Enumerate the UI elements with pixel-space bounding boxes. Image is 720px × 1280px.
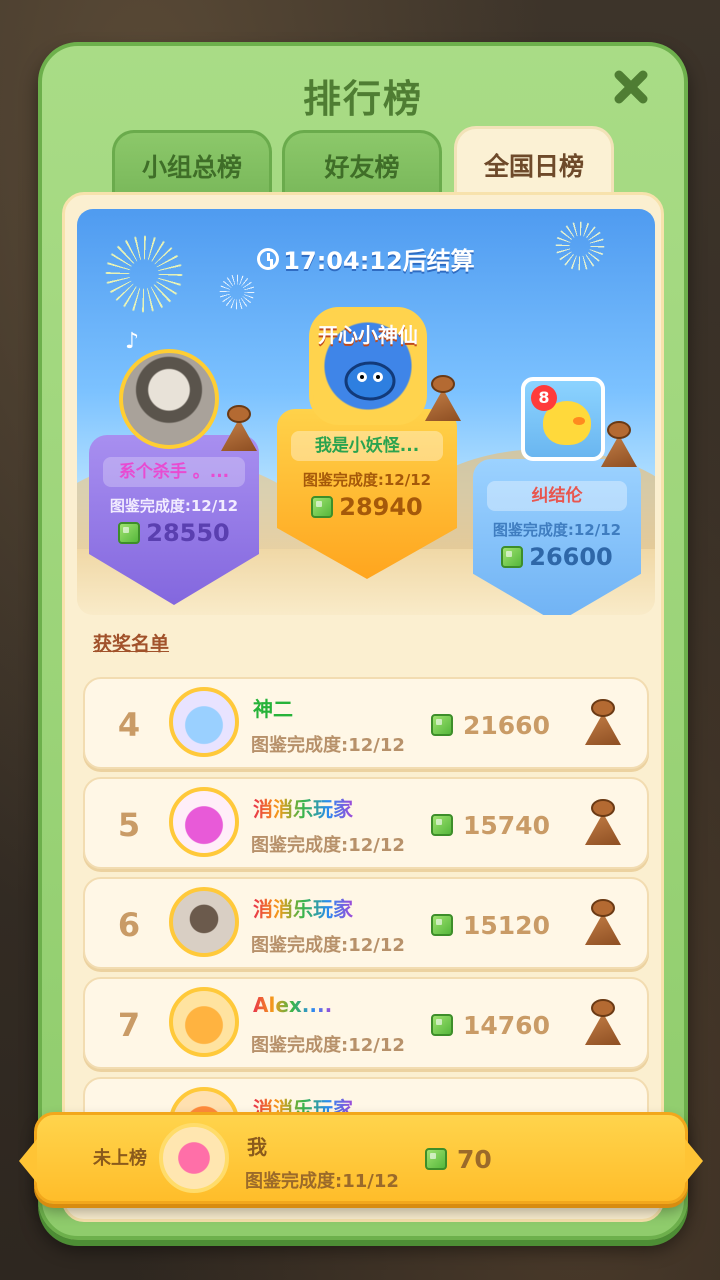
player-name: 消消乐玩家 bbox=[253, 793, 353, 822]
green-block-icon bbox=[118, 522, 141, 544]
collection-progress: 图鉴完成度:12/12 bbox=[251, 835, 405, 856]
raccoon-cloak-icon bbox=[601, 421, 637, 467]
timer-text: 17:04:12后结算 bbox=[283, 247, 475, 275]
podium-third-score-value: 26600 bbox=[529, 543, 613, 571]
my-score: 70 bbox=[425, 1115, 492, 1203]
raccoon-cloak-icon bbox=[221, 405, 257, 451]
close-button[interactable] bbox=[608, 64, 654, 110]
podium-first-name: 我是小妖怪... bbox=[291, 431, 443, 461]
green-block-icon bbox=[431, 814, 453, 836]
player-name: 消消乐玩家 bbox=[253, 893, 353, 922]
tab-group-total[interactable]: 小组总榜 bbox=[112, 130, 272, 198]
score: 21660 bbox=[431, 679, 550, 771]
raccoon-cloak-icon bbox=[585, 999, 621, 1045]
my-name: 我 bbox=[247, 1135, 267, 1159]
collection-progress: 图鉴完成度:12/12 bbox=[251, 1035, 405, 1056]
podium-third-avatar[interactable]: 8 bbox=[521, 377, 605, 461]
podium-first-progress: 图鉴完成度:12/12 bbox=[302, 471, 432, 489]
rank-number: 6 bbox=[117, 906, 141, 944]
podium-area: 17:04:12后结算 ♪ 系个杀手 。... 图鉴完成度:12/12 2855… bbox=[77, 209, 655, 615]
score: 15740 bbox=[431, 779, 550, 871]
podium-second-name: 系个杀手 。... bbox=[103, 457, 245, 487]
list-item[interactable]: 6 消消乐玩家 图鉴完成度:12/12 15120 bbox=[83, 877, 649, 969]
clock-icon bbox=[257, 247, 280, 270]
raccoon-cloak-icon bbox=[425, 375, 461, 421]
podium-first-badge-text: 开心小神仙 bbox=[318, 323, 418, 347]
my-rank-bar[interactable]: 未上榜 我 图鉴完成度:11/12 70 bbox=[19, 1112, 703, 1204]
score: 15120 bbox=[431, 879, 550, 971]
green-block-icon bbox=[431, 914, 453, 936]
avatar[interactable] bbox=[169, 687, 239, 757]
tab-friends[interactable]: 好友榜 bbox=[282, 130, 442, 198]
settlement-timer: 17:04:12后结算 bbox=[77, 241, 655, 276]
collection-progress: 图鉴完成度:12/12 bbox=[251, 935, 405, 956]
podium-third[interactable]: 纠结伦 图鉴完成度:12/12 26600 bbox=[473, 459, 641, 615]
leaderboard-content: 17:04:12后结算 ♪ 系个杀手 。... 图鉴完成度:12/12 2855… bbox=[62, 192, 664, 1222]
level-badge: 8 bbox=[531, 385, 557, 411]
podium-second-score: 28550 bbox=[89, 519, 259, 547]
green-block-icon bbox=[501, 546, 524, 568]
tab-bar: 小组总榜 好友榜 全国日榜 bbox=[112, 126, 622, 200]
raccoon-cloak-icon bbox=[585, 799, 621, 845]
blue-dog-icon bbox=[344, 361, 396, 401]
player-name: Alex.... bbox=[253, 993, 333, 1017]
green-block-icon bbox=[431, 1014, 453, 1036]
award-list-label: 获奖名单 bbox=[93, 633, 170, 655]
podium-first-score: 28940 bbox=[277, 493, 457, 521]
podium-third-name: 纠结伦 bbox=[487, 481, 627, 511]
score-value: 15120 bbox=[463, 910, 550, 940]
rank-number: 5 bbox=[117, 806, 141, 844]
green-block-icon bbox=[311, 496, 334, 518]
green-block-icon bbox=[431, 714, 453, 736]
rank-list: 4 神二 图鉴完成度:12/12 21660 5 消消乐玩家 图鉴完成度:12/… bbox=[83, 677, 649, 1145]
score: 14760 bbox=[431, 979, 550, 1071]
player-name: 神二 bbox=[253, 697, 293, 721]
my-score-value: 70 bbox=[457, 1144, 492, 1174]
page-title: 排行榜 bbox=[302, 77, 423, 121]
podium-second-progress: 图鉴完成度:12/12 bbox=[109, 497, 239, 515]
leaderboard-panel: 排行榜 小组总榜 好友榜 全国日榜 17:04:12后结算 ♪ 系个杀手 。..… bbox=[38, 42, 688, 1240]
score-value: 15740 bbox=[463, 810, 550, 840]
close-icon bbox=[614, 70, 648, 104]
podium-first-avatar[interactable]: 开心小神仙 bbox=[309, 307, 427, 425]
list-item[interactable]: 5 消消乐玩家 图鉴完成度:12/12 15740 bbox=[83, 777, 649, 869]
green-block-icon bbox=[425, 1148, 447, 1170]
podium-second-score-value: 28550 bbox=[146, 519, 230, 547]
my-rank-status: 未上榜 bbox=[93, 1148, 147, 1169]
podium-third-progress: 图鉴完成度:12/12 bbox=[492, 521, 622, 539]
tab-national-daily[interactable]: 全国日榜 bbox=[454, 126, 614, 200]
podium-third-score: 26600 bbox=[473, 543, 641, 571]
score-value: 21660 bbox=[463, 710, 550, 740]
avatar[interactable] bbox=[169, 987, 239, 1057]
music-note-icon: ♪ bbox=[125, 329, 140, 354]
list-item[interactable]: 4 神二 图鉴完成度:12/12 21660 bbox=[83, 677, 649, 769]
raccoon-cloak-icon bbox=[585, 899, 621, 945]
avatar[interactable] bbox=[159, 1123, 229, 1193]
podium-second[interactable]: 系个杀手 。... 图鉴完成度:12/12 28550 bbox=[89, 435, 259, 605]
avatar[interactable] bbox=[169, 887, 239, 957]
podium-second-avatar[interactable] bbox=[119, 349, 219, 449]
rank-number: 4 bbox=[117, 706, 141, 744]
collection-progress: 图鉴完成度:12/12 bbox=[251, 735, 405, 756]
podium-first[interactable]: 我是小妖怪... 图鉴完成度:12/12 28940 bbox=[277, 409, 457, 579]
rank-number: 7 bbox=[117, 1006, 141, 1044]
raccoon-cloak-icon bbox=[585, 699, 621, 745]
avatar[interactable] bbox=[169, 787, 239, 857]
podium-first-score-value: 28940 bbox=[339, 493, 423, 521]
my-collection-progress: 图鉴完成度:11/12 bbox=[245, 1171, 399, 1192]
list-item[interactable]: 7 Alex.... 图鉴完成度:12/12 14760 bbox=[83, 977, 649, 1069]
score-value: 14760 bbox=[463, 1010, 550, 1040]
